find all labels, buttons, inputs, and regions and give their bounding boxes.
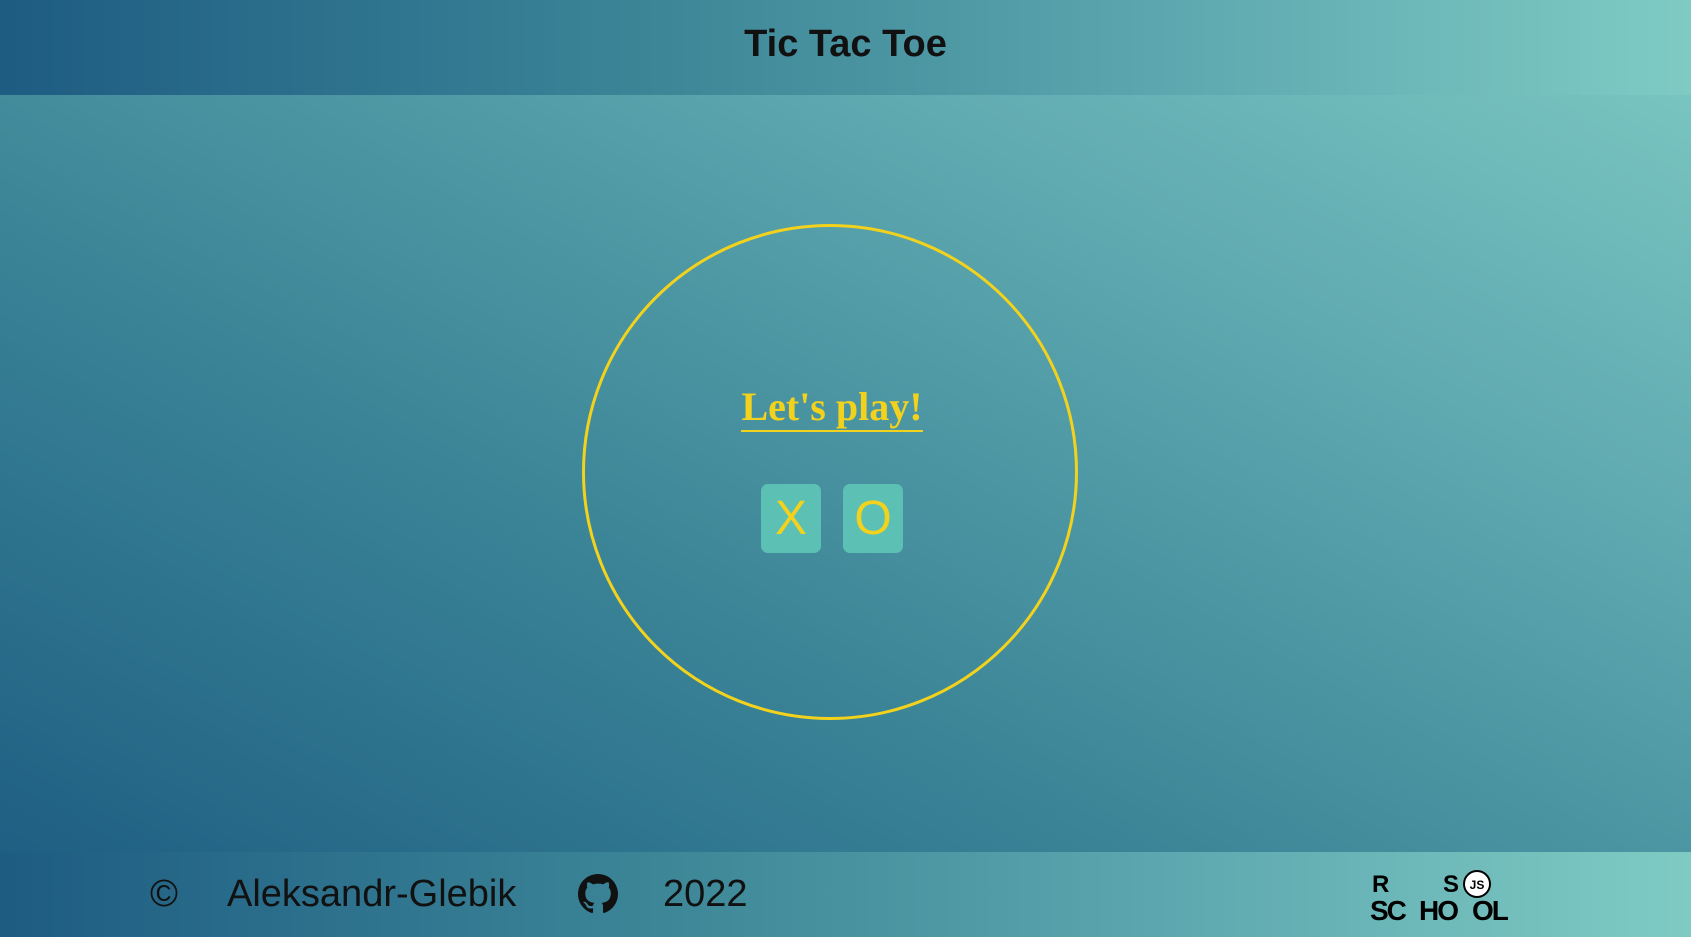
logo-letter-r: R <box>1372 871 1389 898</box>
page-title: Tic Tac Toe <box>744 23 947 65</box>
logo-letters-js: JS <box>1470 878 1485 892</box>
choose-o-button[interactable]: O <box>843 484 903 553</box>
copyright-symbol: © <box>150 873 178 915</box>
logo-letters-sc: SC <box>1370 895 1407 926</box>
logo-letters-ol: OL <box>1472 895 1509 926</box>
app-footer: © Aleksandr-Glebik 2022 R S SC HO OL JS <box>0 852 1691 937</box>
logo-letter-s: S <box>1443 871 1459 898</box>
app-header: Tic Tac Toe <box>0 0 1691 95</box>
choose-x-button[interactable]: X <box>761 484 821 553</box>
lets-play-heading: Let's play! <box>0 383 1664 432</box>
start-circle <box>582 224 1078 720</box>
copyright-year: 2022 <box>663 873 748 915</box>
github-icon[interactable] <box>578 874 618 914</box>
author-name[interactable]: Aleksandr-Glebik <box>227 874 516 914</box>
logo-letters-ho: HO <box>1419 895 1458 926</box>
rs-school-logo[interactable]: R S SC HO OL JS <box>1370 870 1515 926</box>
lets-play-text[interactable]: Let's play! <box>741 384 923 432</box>
